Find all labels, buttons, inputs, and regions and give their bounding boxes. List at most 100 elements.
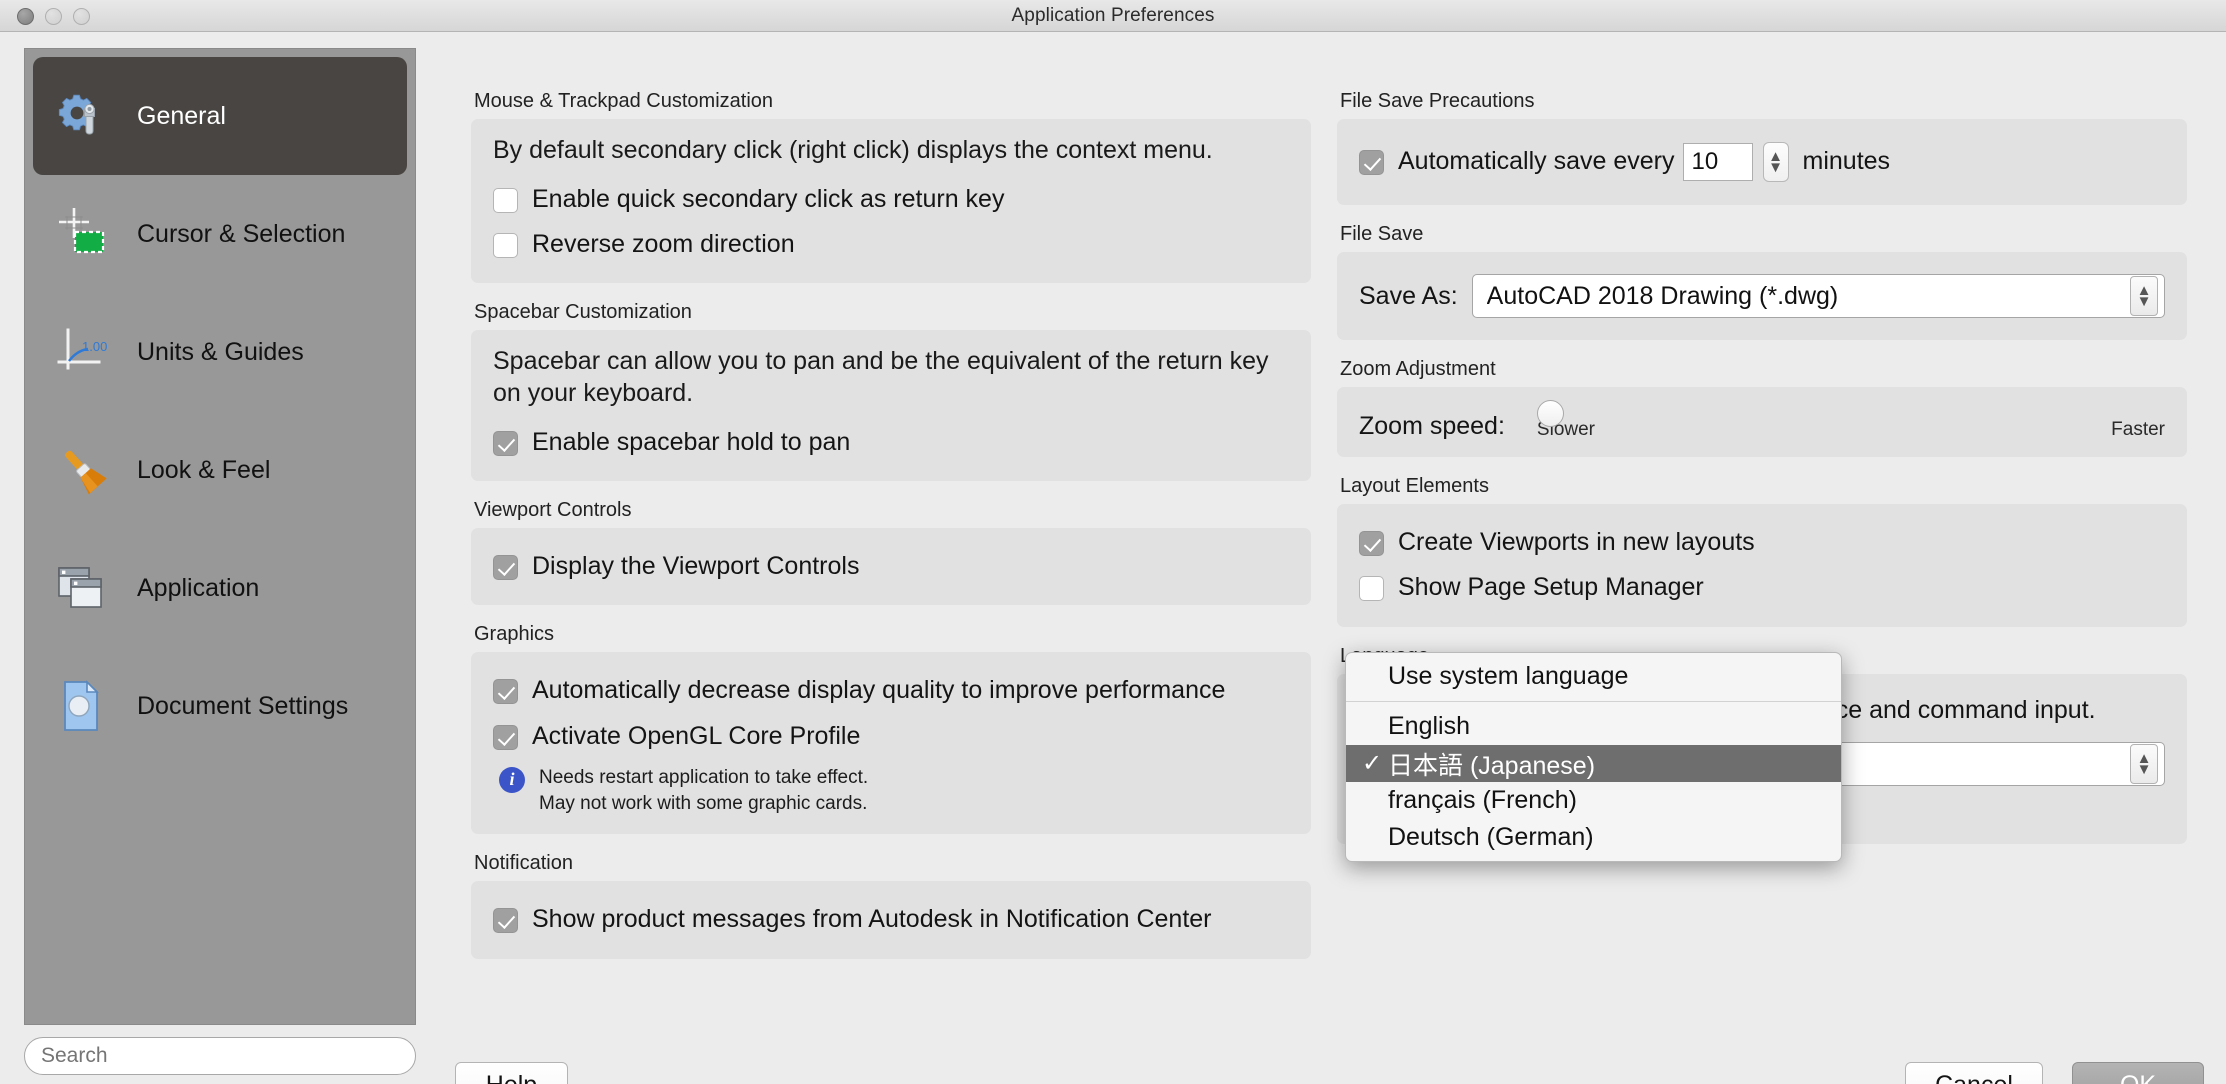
- ok-button[interactable]: OK: [2072, 1062, 2204, 1084]
- spacebar-group-description: Spacebar can allow you to pan and be the…: [493, 346, 1289, 410]
- help-button[interactable]: Help: [455, 1062, 568, 1084]
- checkbox-enable-spacebar-hold-to-pan[interactable]: [493, 431, 518, 456]
- zoom-button[interactable]: [73, 8, 90, 25]
- checkbox-row-quick-secondary-click[interactable]: Enable quick secondary click as return k…: [493, 177, 1289, 222]
- menu-item-label: Use system language: [1388, 662, 1628, 691]
- checkbox-label: Create Viewports in new layouts: [1398, 527, 1755, 558]
- stepper-down-icon[interactable]: ▼: [1768, 162, 1783, 173]
- sidebar: General Cursor & S: [24, 48, 416, 1025]
- checkbox-label: Show Page Setup Manager: [1398, 572, 1704, 603]
- menu-item-english[interactable]: English: [1346, 708, 1841, 745]
- axis-units-icon: 1.00: [55, 324, 111, 380]
- chevron-updown-icon[interactable]: ▲▼: [2130, 744, 2158, 784]
- checkbox-row-spacebar-hold-pan[interactable]: Enable spacebar hold to pan: [493, 420, 1289, 465]
- checkbox-label: Show product messages from Autodesk in N…: [532, 904, 1212, 935]
- autosave-label: Automatically save every: [1398, 146, 1675, 177]
- layout-elements-group: Create Viewports in new layouts Show Pag…: [1337, 504, 2187, 627]
- zoom-adjustment-title: Zoom Adjustment: [1340, 358, 2187, 381]
- slider-label-faster: Faster: [2111, 419, 2165, 441]
- sidebar-item-cursor-selection[interactable]: Cursor & Selection: [33, 175, 407, 293]
- wrench-part: [85, 104, 95, 134]
- mouse-group: By default secondary click (right click)…: [471, 119, 1311, 283]
- checkbox-label: Automatically decrease display quality t…: [532, 675, 1225, 706]
- sidebar-item-units-guides[interactable]: 1.00 Units & Guides: [33, 293, 407, 411]
- menu-item-japanese[interactable]: ✓ 日本語 (Japanese): [1346, 745, 1841, 782]
- save-as-dropdown[interactable]: AutoCAD 2018 Drawing (*.dwg) ▲▼: [1472, 274, 2165, 318]
- language-dropdown-menu[interactable]: Use system language English ✓ 日本語 (Japan…: [1345, 652, 1842, 862]
- checkbox-row-product-messages[interactable]: Show product messages from Autodesk in N…: [493, 897, 1289, 942]
- crosshair-selection-icon: [55, 206, 111, 262]
- graphics-note-line1: Needs restart application to take effect…: [539, 767, 868, 788]
- preferences-body: General Cursor & S: [0, 32, 2226, 1084]
- sidebar-item-label: Cursor & Selection: [137, 220, 345, 249]
- save-as-row: Save As: AutoCAD 2018 Drawing (*.dwg) ▲▼: [1359, 268, 2165, 324]
- sidebar-item-document-settings[interactable]: Document Settings: [33, 647, 407, 765]
- checkbox-label: Enable spacebar hold to pan: [532, 427, 850, 458]
- sidebar-item-label: Document Settings: [137, 692, 348, 721]
- sidebar-item-application[interactable]: Application: [33, 529, 407, 647]
- checkbox-automatically-save[interactable]: [1359, 150, 1384, 175]
- graphics-group-title: Graphics: [474, 623, 1311, 646]
- sidebar-search: [24, 1037, 416, 1075]
- slider-end-labels: Slower Faster: [1537, 419, 2165, 441]
- autosave-unit-label: minutes: [1803, 146, 1891, 177]
- menu-item-french[interactable]: français (French): [1346, 782, 1841, 819]
- chevron-updown-icon[interactable]: ▲▼: [2130, 276, 2158, 316]
- checkbox-row-reverse-zoom[interactable]: Reverse zoom direction: [493, 222, 1289, 267]
- zoom-speed-slider[interactable]: Slower Faster: [1537, 411, 2165, 441]
- file-save-precautions-group: Automatically save every ▲ ▼ minutes: [1337, 119, 2187, 205]
- sidebar-item-label: Application: [137, 574, 259, 603]
- menu-item-label: français (French): [1388, 786, 1577, 815]
- checkbox-activate-opengl-core-profile[interactable]: [493, 725, 518, 750]
- save-as-label: Save As:: [1359, 282, 1458, 311]
- autosave-minutes-stepper[interactable]: ▲ ▼: [1763, 142, 1789, 182]
- checkbox-label: Reverse zoom direction: [532, 229, 795, 260]
- checkbox-label: Enable quick secondary click as return k…: [532, 184, 1004, 215]
- mouse-group-title: Mouse & Trackpad Customization: [474, 90, 1311, 113]
- sidebar-item-look-feel[interactable]: Look & Feel: [33, 411, 407, 529]
- checkbox-quick-secondary-click[interactable]: [493, 188, 518, 213]
- notification-group: Show product messages from Autodesk in N…: [471, 881, 1311, 958]
- checkbox-row-decrease-display-quality[interactable]: Automatically decrease display quality t…: [493, 668, 1289, 713]
- cancel-button[interactable]: Cancel: [1905, 1062, 2043, 1084]
- search-input[interactable]: [24, 1037, 416, 1075]
- file-save-group: Save As: AutoCAD 2018 Drawing (*.dwg) ▲▼: [1337, 252, 2187, 340]
- checkbox-label: Activate OpenGL Core Profile: [532, 721, 860, 752]
- checkbox-show-product-messages[interactable]: [493, 908, 518, 933]
- checkbox-show-page-setup-manager[interactable]: [1359, 576, 1384, 601]
- checkmark-icon: ✓: [1362, 749, 1388, 778]
- sidebar-item-label: Look & Feel: [137, 456, 270, 485]
- menu-item-label: 日本語 (Japanese): [1388, 746, 1595, 782]
- sidebar-item-general[interactable]: General: [33, 57, 407, 175]
- svg-text:1.00: 1.00: [82, 339, 107, 354]
- traffic-light-controls: [17, 0, 90, 32]
- zoom-speed-row: Zoom speed: Slower Faster: [1359, 403, 2165, 441]
- menu-item-use-system-language[interactable]: Use system language: [1346, 658, 1841, 695]
- document-icon: [55, 678, 111, 734]
- checkbox-decrease-display-quality[interactable]: [493, 679, 518, 704]
- menu-separator: [1346, 701, 1841, 702]
- info-icon: i: [499, 767, 525, 793]
- graphics-note-line2: May not work with some graphic cards.: [539, 793, 867, 814]
- close-button[interactable]: [17, 8, 34, 25]
- checkbox-display-viewport-controls[interactable]: [493, 555, 518, 580]
- slider-knob[interactable]: [1537, 400, 1564, 427]
- sidebar-item-label: General: [137, 102, 226, 131]
- checkbox-row-create-viewports[interactable]: Create Viewports in new layouts: [1359, 520, 2165, 565]
- left-settings-column: Mouse & Trackpad Customization By defaul…: [471, 90, 1311, 977]
- autosave-minutes-input[interactable]: [1683, 143, 1753, 181]
- zoom-adjustment-group: Zoom speed: Slower Faster: [1337, 387, 2187, 457]
- menu-item-label: Deutsch (German): [1388, 823, 1594, 852]
- menu-item-label: English: [1388, 712, 1470, 741]
- zoom-speed-label: Zoom speed:: [1359, 412, 1505, 441]
- checkbox-row-page-setup-manager[interactable]: Show Page Setup Manager: [1359, 565, 2165, 610]
- mouse-group-description: By default secondary click (right click)…: [493, 135, 1289, 167]
- checkbox-create-viewports-new-layouts[interactable]: [1359, 531, 1384, 556]
- gear-wrench-icon: [55, 88, 111, 144]
- checkbox-reverse-zoom-direction[interactable]: [493, 233, 518, 258]
- layout-elements-title: Layout Elements: [1340, 475, 2187, 498]
- checkbox-row-opengl-core-profile[interactable]: Activate OpenGL Core Profile: [493, 714, 1289, 759]
- checkbox-row-display-viewport-controls[interactable]: Display the Viewport Controls: [493, 544, 1289, 589]
- minimize-button[interactable]: [45, 8, 62, 25]
- menu-item-german[interactable]: Deutsch (German): [1346, 819, 1841, 856]
